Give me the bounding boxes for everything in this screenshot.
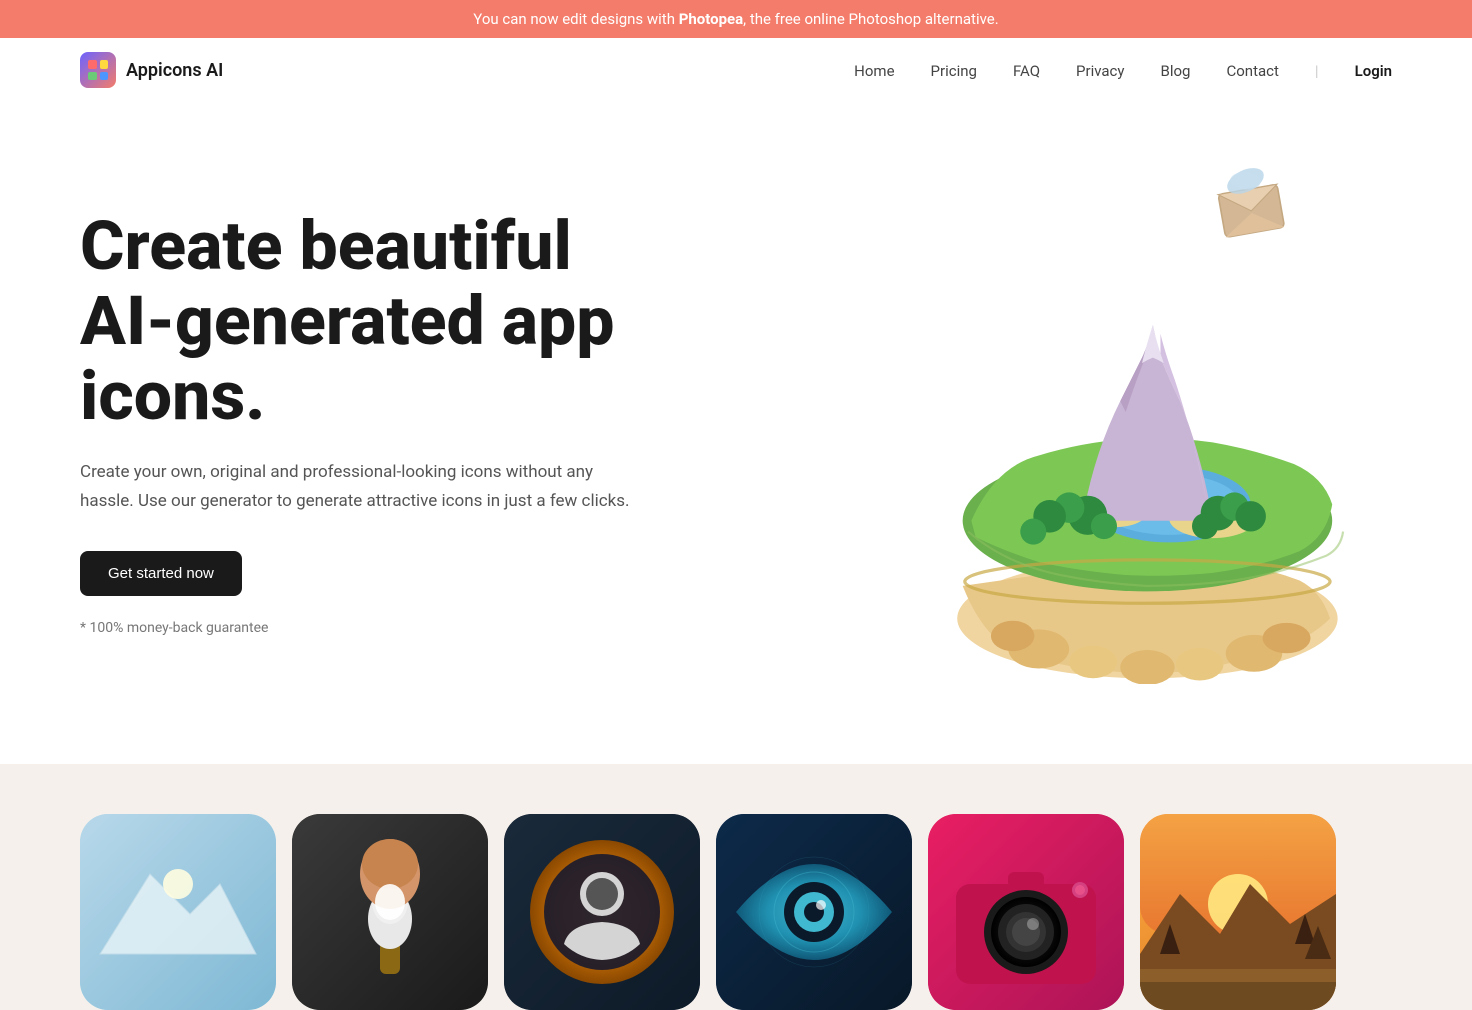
nav-contact[interactable]: Contact (1226, 62, 1278, 80)
app-icon-3 (504, 814, 700, 1010)
hero-text: Create beautiful AI-generated app icons.… (80, 209, 780, 636)
banner-suffix: , the free online Photoshop alternative. (743, 10, 999, 28)
nav-pricing[interactable]: Pricing (931, 62, 977, 80)
app-icon-1 (80, 814, 276, 1010)
island-illustration (892, 162, 1392, 684)
logo-text: Appicons AI (126, 60, 223, 81)
bottom-section (0, 764, 1472, 1010)
logo-cell-1 (88, 60, 97, 69)
logo-cell-2 (100, 60, 109, 69)
hero-title: Create beautiful AI-generated app icons. (80, 209, 780, 433)
app-icon-6 (1140, 814, 1336, 1010)
nav-login[interactable]: Login (1355, 62, 1392, 80)
logo-icon (80, 52, 116, 88)
logo-cell-4 (100, 72, 109, 81)
nav-faq[interactable]: FAQ (1013, 62, 1040, 80)
nav-separator: | (1315, 62, 1319, 80)
banner-text: You can now edit designs with (473, 10, 678, 28)
hero-subtitle: Create your own, original and profession… (80, 458, 640, 516)
top-banner: You can now edit designs with Photopea, … (0, 0, 1472, 38)
nav-home[interactable]: Home (854, 62, 894, 80)
cta-button[interactable]: Get started now (80, 551, 242, 596)
app-icon-4 (716, 814, 912, 1010)
nav-privacy[interactable]: Privacy (1076, 62, 1124, 80)
nav-blog[interactable]: Blog (1161, 62, 1191, 80)
app-icons-row (0, 814, 1472, 1010)
logo-cell-3 (88, 72, 97, 81)
hero-section: Create beautiful AI-generated app icons.… (0, 102, 1472, 764)
app-icon-5 (928, 814, 1124, 1010)
app-icon-2 (292, 814, 488, 1010)
banner-photopea-link[interactable]: Photopea (679, 10, 743, 28)
nav-links: Home Pricing FAQ Privacy Blog Contact | … (854, 61, 1392, 80)
hero-title-line1: Create beautiful (80, 206, 572, 286)
money-back-text: * 100% money-back guarantee (80, 620, 780, 636)
hero-image (892, 162, 1392, 684)
logo[interactable]: Appicons AI (80, 52, 223, 88)
logo-grid (88, 60, 108, 80)
navbar: Appicons AI Home Pricing FAQ Privacy Blo… (0, 38, 1472, 102)
hero-title-line2: AI-generated app icons. (80, 281, 615, 436)
